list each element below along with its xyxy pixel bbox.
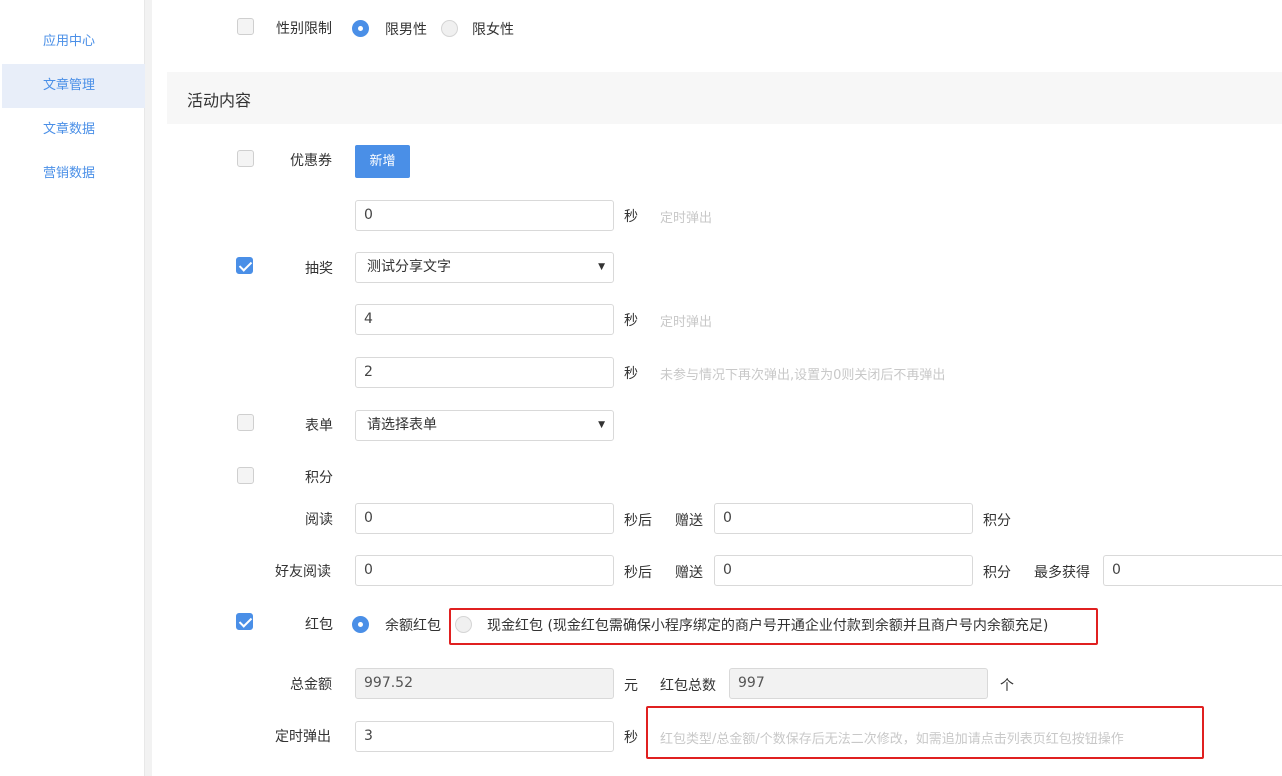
main-content: 性别限制 限男性 限女性 活动内容 优惠券 新增 0 秒 定时弹出 抽奖 测试分…: [152, 0, 1282, 776]
max-points-input[interactable]: 0: [1103, 555, 1282, 586]
total-amount-label: 总金额: [290, 677, 332, 693]
redpacket-note: 红包类型/总金额/个数保存后无法二次修改，如需追加请点击列表页红包按钮操作: [660, 732, 1124, 747]
section-title: 活动内容: [187, 91, 252, 110]
sidebar-item-marketing-data[interactable]: 营销数据: [2, 152, 145, 196]
gender-limit-checkbox[interactable]: [237, 18, 254, 35]
lottery-delay-unit: 秒: [624, 313, 638, 329]
gender-limit-label: 性别限制: [276, 21, 332, 37]
form-checkbox[interactable]: [237, 414, 254, 431]
redpacket-count-label: 红包总数: [660, 678, 716, 694]
lottery-select[interactable]: 测试分享文字 ▼: [355, 252, 614, 283]
sidebar: 应用中心 文章管理 文章数据 营销数据: [0, 0, 145, 776]
coupon-delay-unit: 秒: [624, 209, 638, 225]
form-select-value: 请选择表单: [367, 417, 437, 433]
total-amount-input[interactable]: 997.52: [355, 668, 614, 699]
balance-redpacket-radio[interactable]: [352, 616, 369, 633]
max-points-label: 最多获得: [1034, 565, 1090, 581]
cash-redpacket-radio[interactable]: [455, 616, 472, 633]
redpacket-count-input[interactable]: 997: [729, 668, 988, 699]
points-checkbox[interactable]: [237, 467, 254, 484]
redpacket-checkbox[interactable]: [236, 613, 253, 630]
friend-read-seconds-input[interactable]: 0: [355, 555, 614, 586]
total-amount-unit: 元: [624, 678, 638, 694]
sidebar-item-article-data[interactable]: 文章数据: [2, 108, 145, 152]
friend-read-label: 好友阅读: [275, 564, 331, 580]
coupon-delay-input[interactable]: 0: [355, 200, 614, 231]
read-seconds-input[interactable]: 0: [355, 503, 614, 534]
section-header: 活动内容: [167, 72, 1282, 124]
timer-label: 定时弹出: [275, 729, 331, 745]
lottery-repeat-unit: 秒: [624, 366, 638, 382]
read-points-unit: 积分: [983, 513, 1011, 529]
chevron-down-icon: ▼: [598, 420, 605, 430]
friend-give-label: 赠送: [675, 565, 703, 581]
sidebar-item-article-management[interactable]: 文章管理: [2, 64, 145, 108]
male-only-radio[interactable]: [352, 20, 369, 37]
form-label: 表单: [305, 418, 333, 434]
lottery-select-value: 测试分享文字: [367, 259, 451, 275]
coupon-label: 优惠券: [290, 153, 332, 169]
sidebar-item-app-center[interactable]: 应用中心: [2, 20, 145, 64]
friend-points-input[interactable]: 0: [714, 555, 973, 586]
coupon-delay-hint: 定时弹出: [660, 211, 713, 226]
read-points-input[interactable]: 0: [714, 503, 973, 534]
timer-input[interactable]: 3: [355, 721, 614, 752]
read-seconds-unit: 秒后: [624, 513, 652, 529]
cash-redpacket-label: 现金红包 (现金红包需确保小程序绑定的商户号开通企业付款到余额并且商户号内余额充…: [487, 618, 1049, 634]
read-give-label: 赠送: [675, 513, 703, 529]
chevron-down-icon: ▼: [598, 262, 605, 272]
points-label: 积分: [305, 470, 333, 486]
balance-redpacket-label: 余额红包: [385, 618, 441, 634]
form-select[interactable]: 请选择表单 ▼: [355, 410, 614, 441]
redpacket-label: 红包: [305, 617, 333, 633]
coupon-checkbox[interactable]: [237, 150, 254, 167]
female-only-label: 限女性: [472, 22, 514, 38]
lottery-delay-input[interactable]: 4: [355, 304, 614, 335]
female-only-radio[interactable]: [441, 20, 458, 37]
lottery-checkbox[interactable]: [236, 257, 253, 274]
read-label: 阅读: [305, 512, 333, 528]
male-only-label: 限男性: [385, 22, 427, 38]
lottery-repeat-input[interactable]: 2: [355, 357, 614, 388]
friend-points-unit: 积分: [983, 565, 1011, 581]
add-coupon-button[interactable]: 新增: [355, 145, 410, 178]
timer-unit: 秒: [624, 730, 638, 746]
lottery-repeat-hint: 未参与情况下再次弹出,设置为0则关闭后不再弹出: [660, 368, 946, 383]
redpacket-count-unit: 个: [1000, 678, 1014, 694]
lottery-label: 抽奖: [305, 261, 333, 277]
friend-read-seconds-unit: 秒后: [624, 565, 652, 581]
lottery-delay-hint: 定时弹出: [660, 315, 713, 330]
